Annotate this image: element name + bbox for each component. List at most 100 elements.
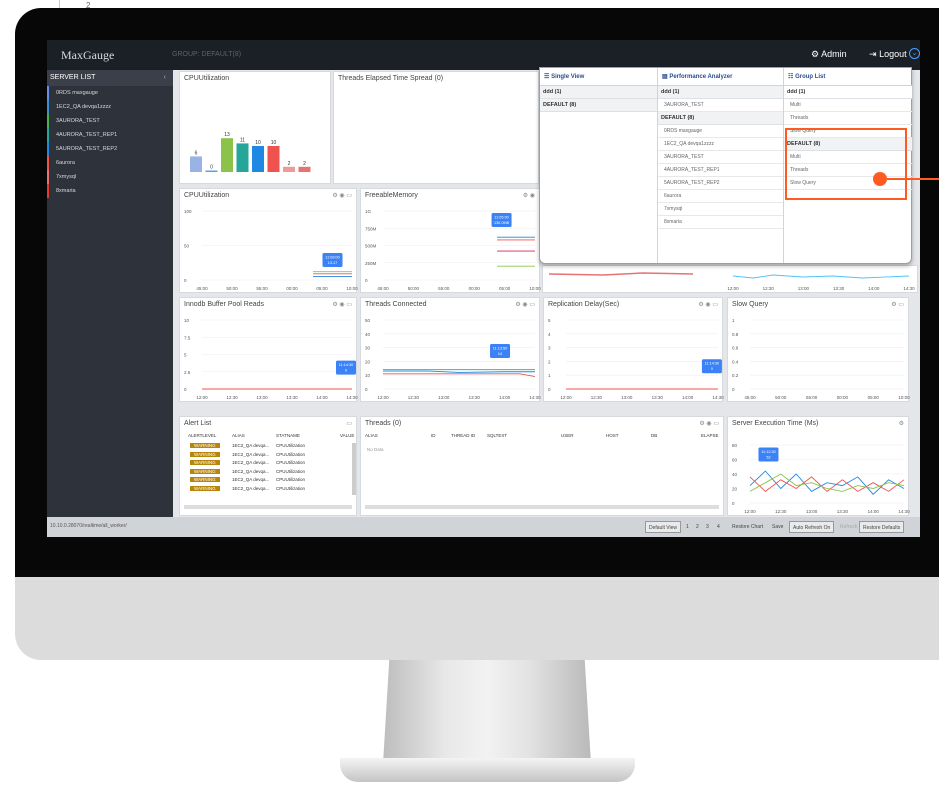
panel-tools-icon[interactable]: ⚙ ◉ ▭ xyxy=(699,420,719,427)
series-line xyxy=(732,274,910,279)
column-header[interactable]: ALIAS xyxy=(232,433,245,438)
series-line xyxy=(749,476,905,492)
save-button[interactable]: Save xyxy=(769,521,786,533)
analyzer-header[interactable]: ▤ Performance Analyzer xyxy=(658,68,783,86)
analyzer-item[interactable]: 7xmysql xyxy=(658,203,783,216)
y-tick-label: 250M xyxy=(365,261,377,266)
alert-list-panel: Alert List ▭ ALERTLEVEL ALIAS STATNAME VALU… xyxy=(179,416,357,516)
column-header[interactable]: ID xyxy=(431,433,436,438)
horizontal-scrollbar[interactable] xyxy=(184,505,352,509)
tooltip: 11:05:00 130.0MB xyxy=(491,212,512,227)
restore-chart-button[interactable]: Restore Chart xyxy=(729,521,766,533)
group-section-ddd[interactable]: ddd (1) xyxy=(784,86,912,99)
callout-dot xyxy=(873,172,887,186)
sidebar-item[interactable]: 5AURORA_TEST_REP2 xyxy=(47,142,173,156)
sidebar-item[interactable]: 8xmaria xyxy=(47,184,173,198)
cpu-bar-chart: 6 0 13 11 10 10 2 2 xyxy=(190,132,311,172)
y-tick-label: 2 xyxy=(548,359,551,364)
column-header[interactable]: THREAD ID xyxy=(451,433,475,438)
slow-query-chart: 1 0.8 0.6 0.4 0.2 0 45:00 50:00 55:00 00:00 05:00 1… xyxy=(732,318,910,400)
group-list-header[interactable]: ☷ Group List xyxy=(784,68,912,86)
column-header[interactable]: SQLTEXT xyxy=(487,433,507,438)
x-tick-label: 12:30 xyxy=(226,395,238,400)
single-view-header[interactable]: ☰ Single View xyxy=(540,68,657,86)
column-header[interactable]: HOST xyxy=(606,433,619,438)
warning-badge: WARNING xyxy=(190,468,220,474)
refresh-button[interactable]: Refresh xyxy=(837,521,861,533)
menu-dropdown-icon[interactable]: ⌄ xyxy=(909,48,920,59)
gear-icon: ⚙ xyxy=(811,49,820,59)
alert-level: WARNING xyxy=(190,443,220,448)
single-section-default[interactable]: DEFAULT (8) xyxy=(540,99,657,112)
callout-line xyxy=(887,178,939,180)
scrollbar[interactable] xyxy=(352,443,356,495)
page-1-button[interactable]: 1 xyxy=(683,521,692,533)
tooltip-value: 13.17 xyxy=(328,261,338,265)
y-tick-label: 30 xyxy=(365,346,371,351)
analyzer-item[interactable]: 8xmaria xyxy=(658,216,783,229)
alert-stat: CPUUtilization xyxy=(276,443,306,448)
analyzer-item[interactable]: 1EC2_QA devqa1zzzz xyxy=(658,138,783,151)
sidebar-item[interactable]: 1EC2_QA devqa1zzzz xyxy=(47,100,173,114)
column-header[interactable]: ALIAS xyxy=(365,433,378,438)
cpu-line-panel: CPUUtilization ⚙ ◉ ▭ 100 50 0 45:00 50:00 55:… xyxy=(179,188,358,293)
analyzer-item[interactable]: 4AURORA_TEST_REP1 xyxy=(658,164,783,177)
x-tick-label: 14:00 xyxy=(499,395,511,400)
collapse-icon[interactable]: ‹ xyxy=(164,74,166,81)
y-tick-label: 5 xyxy=(184,353,187,358)
status-url: 10.10.0.28070/realtime/all_worker/ xyxy=(50,523,127,529)
group-item[interactable]: Multi xyxy=(784,99,912,112)
restore-defaults-button[interactable]: Restore Defaults xyxy=(859,521,905,533)
column-header[interactable]: DB xyxy=(651,433,657,438)
horizontal-scrollbar[interactable] xyxy=(365,505,719,509)
column-header[interactable]: USER xyxy=(561,433,574,438)
logout-button[interactable]: ⇥ Logout xyxy=(869,49,907,60)
sidebar-item[interactable]: 4AURORA_TEST_REP1 xyxy=(47,128,173,142)
tooltip: 11:14:300 xyxy=(701,359,722,374)
column-header[interactable]: STATNAME xyxy=(276,433,300,438)
analyzer-item[interactable]: 5AURORA_TEST_REP2 xyxy=(658,177,783,190)
sidebar-item[interactable]: 3AURORA_TEST xyxy=(47,114,173,128)
x-tick-label: 13:00 xyxy=(438,395,450,400)
x-tick-label: 45:00 xyxy=(744,395,756,400)
tooltip-time: 11:12:30 xyxy=(761,450,776,454)
empty-state: No Data xyxy=(367,447,384,452)
sidebar-item[interactable]: 7xmysql xyxy=(47,170,173,184)
auto-refresh-toggle[interactable]: Auto Refresh On xyxy=(789,521,835,533)
admin-label: Admin xyxy=(821,49,847,59)
warning-badge: WARNING xyxy=(190,460,220,465)
sidebar-header: SERVER LIST ‹ xyxy=(47,70,173,86)
analyzer-item[interactable]: 6aurora xyxy=(658,190,783,203)
alert-alias: 1EC2_QA devqa... xyxy=(232,477,270,482)
analyzer-section-ddd[interactable]: ddd (1) xyxy=(658,86,783,99)
default-view-button[interactable]: Default View xyxy=(645,521,681,533)
admin-button[interactable]: ⚙ Admin xyxy=(811,49,847,60)
y-tick-label: 40 xyxy=(732,472,738,477)
analyzer-item[interactable]: 0RDS maxgauge xyxy=(658,125,783,138)
tooltip-value: 130.0MB xyxy=(494,221,510,225)
analyzer-item[interactable]: 3AURORA_TEST xyxy=(658,151,783,164)
bar xyxy=(252,146,264,172)
page-2-button[interactable]: 2 xyxy=(693,521,702,533)
analyzer-section-default[interactable]: DEFAULT (8) xyxy=(658,112,783,125)
panel-tools-icon[interactable]: ▭ xyxy=(346,420,352,427)
group-item[interactable]: Threads xyxy=(784,112,912,125)
y-tick-label: 10 xyxy=(365,373,371,378)
x-tick-label: 12:30 xyxy=(591,395,603,400)
x-tick-label: 14:30 xyxy=(529,395,541,400)
sidebar-item[interactable]: 0RDS maxgauge xyxy=(47,86,173,100)
analyzer-item[interactable]: 3AURORA_TEST xyxy=(658,99,783,112)
sidebar-item[interactable]: 6aurora xyxy=(47,156,173,170)
y-tick-label: 3 xyxy=(548,346,551,351)
monitor-mockup: 2 MaxGauge GROUP: DEFAULT(8) ⚙ Admin ⇥ L… xyxy=(0,0,939,789)
column-header[interactable]: ALERTLEVEL xyxy=(188,433,216,438)
single-section-ddd[interactable]: ddd (1) xyxy=(540,86,657,99)
tooltip-time: 11:05:00 xyxy=(494,215,509,219)
page-4-button[interactable]: 4 xyxy=(714,521,723,533)
page-3-button[interactable]: 3 xyxy=(703,521,712,533)
column-header[interactable]: VALUE xyxy=(340,433,354,438)
y-tick-label: 0 xyxy=(732,501,735,506)
warning-badge: WARNING xyxy=(190,451,220,457)
column-header[interactable]: ELAPSE xyxy=(701,433,719,438)
brand-logo: MaxGauge xyxy=(61,48,115,62)
